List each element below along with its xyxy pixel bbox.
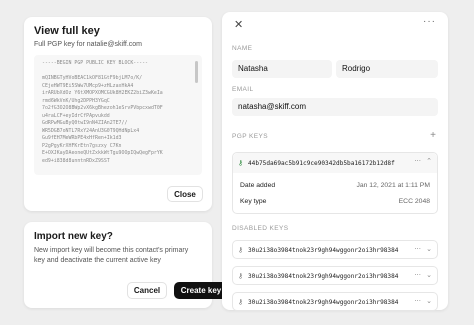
import-key-title: Import new key? [34,231,113,242]
import-key-body: New import key will become this contact'… [34,247,189,264]
create-key-button[interactable]: Create key [174,282,228,299]
key-line [42,68,188,76]
key-type-label: Key type [240,197,267,205]
key-fingerprint: 44b75da69ac5b91c9ce90342db5ba16172b12d8f [248,159,395,167]
chevron-down-icon[interactable]: ⌄ [426,245,432,253]
first-name-field[interactable]: Natasha [232,60,332,78]
key-line: E+OXJKayDAeoneQUtZxkkWtTgu9OOpIQwQegFprY… [42,150,163,156]
key-line: GdRPwMGuByQ0twI9nN4ZIAn2TE7// [42,120,128,126]
key-line: mQINBGTyHVoBEAC1kOF81GtF9bjLM7o/K/ [42,75,143,81]
close-button[interactable]: Close [167,186,203,202]
key-icon: ⚷ [238,246,244,254]
key-line: P2gPgyKrXHFKrEtn7gszxy C7Kn [42,142,122,149]
import-key-card: Import new key? New import key will beco… [24,222,228,308]
key-fingerprint: 30u2i38o3984tnok23r9gh94wggonr2oi3hr9838… [248,246,399,254]
disabled-key-header[interactable]: ⚷ 30u2i38o3984tnok23r9gh94wggonr2oi3hr98… [233,267,437,285]
more-icon[interactable]: ··· [423,16,436,27]
email-field[interactable]: natasha@skiff.com [232,98,438,116]
add-key-icon[interactable]: + [430,130,436,141]
key-line: CEjeHWT9Ei5SWw7UMcp9+zHLzaxHkA4 [42,82,134,89]
close-icon[interactable]: ✕ [234,18,243,31]
key-fingerprint: 30u2i38o3984tnok23r9gh94wggonr2oi3hr9838… [248,298,399,306]
key-type-value: ECC 2048 [398,197,430,205]
view-key-title: View full key [34,25,100,37]
more-icon[interactable]: ··· [414,271,421,279]
key-line: -----BEGIN PGP PUBLIC KEY BLOCK----- [42,60,148,66]
pgp-key-textarea[interactable]: -----BEGIN PGP PUBLIC KEY BLOCK----- mQI… [34,55,202,175]
date-added-label: Date added [240,181,276,189]
active-key-header[interactable]: ⚷ 44b75da69ac5b91c9ce90342db5ba16172b12d… [233,153,437,173]
key-icon: ⚷ [238,298,244,306]
disabled-key-item[interactable]: ⚷ 30u2i38o3984tnok23r9gh94wggonr2oi3hr98… [232,292,438,311]
chevron-down-icon[interactable]: ⌄ [426,297,432,305]
key-line: Gu9fEH7MeWRbPE4xHfRen+Ik1d3 [42,135,122,141]
key-line: rmd6WkVnK/Uhg2DPPH3YGqC [42,97,110,104]
key-fingerprint: 30u2i38o3984tnok23r9gh94wggonr2oi3hr9838… [248,272,399,280]
chevron-down-icon[interactable]: ⌄ [426,271,432,279]
cancel-button[interactable]: Cancel [127,282,167,299]
key-line: u4raLCF+eyIdrCfPApvukdd [42,112,110,119]
key-icon: ⚷ [238,159,244,167]
disabled-key-item[interactable]: ⚷ 30u2i38o3984tnok23r9gh94wggonr2oi3hr98… [232,240,438,259]
key-line: WR5DGB7oNTL7RxY24AnU3G0T9QHdNpLx4 [42,127,140,134]
active-pgp-key[interactable]: ⚷ 44b75da69ac5b91c9ce90342db5ba16172b12d… [232,152,438,214]
key-line: ed9+i838d8unntnRDxZ9SST [42,157,110,164]
disabled-key-header[interactable]: ⚷ 30u2i38o3984tnok23r9gh94wggonr2oi3hr98… [233,293,437,311]
more-icon[interactable]: ··· [414,157,421,165]
view-full-key-card: View full key Full PGP key for natalie@s… [24,17,212,211]
date-added-row: Date added Jan 12, 2021 at 1:11 PM [233,177,437,193]
key-line: 7o2fG3O2O8BWp2vX6kgBhezoh1eSrvPVbpcxwdT0… [42,105,163,111]
chevron-up-icon[interactable]: ⌃ [426,157,432,165]
pgp-keys-label: PGP KEYS [232,133,268,140]
disabled-key-header[interactable]: ⚷ 30u2i38o3984tnok23r9gh94wggonr2oi3hr98… [233,241,437,259]
key-type-row: Key type ECC 2048 [233,193,437,209]
key-icon: ⚷ [238,272,244,280]
more-icon[interactable]: ··· [414,245,421,253]
last-name-field[interactable]: Rodrigo [336,60,438,78]
contact-details-panel: ✕ ··· NAME Natasha Rodrigo EMAIL natasha… [222,12,448,311]
date-added-value: Jan 12, 2021 at 1:11 PM [356,181,430,189]
disabled-keys-label: DISABLED KEYS [232,225,289,232]
key-scrollbar[interactable] [195,61,198,83]
email-label: EMAIL [232,86,254,93]
name-label: NAME [232,45,253,52]
panel-header: ✕ ··· [232,12,438,38]
disabled-key-item[interactable]: ⚷ 30u2i38o3984tnok23r9gh94wggonr2oi3hr98… [232,266,438,285]
key-line: irARUbXdOz Y6tXMOPXOMCGUk8H2EKZ2biZ3wKeI… [42,90,163,96]
more-icon[interactable]: ··· [414,297,421,305]
view-key-subtitle: Full PGP key for natalie@skiff.com [34,41,142,48]
